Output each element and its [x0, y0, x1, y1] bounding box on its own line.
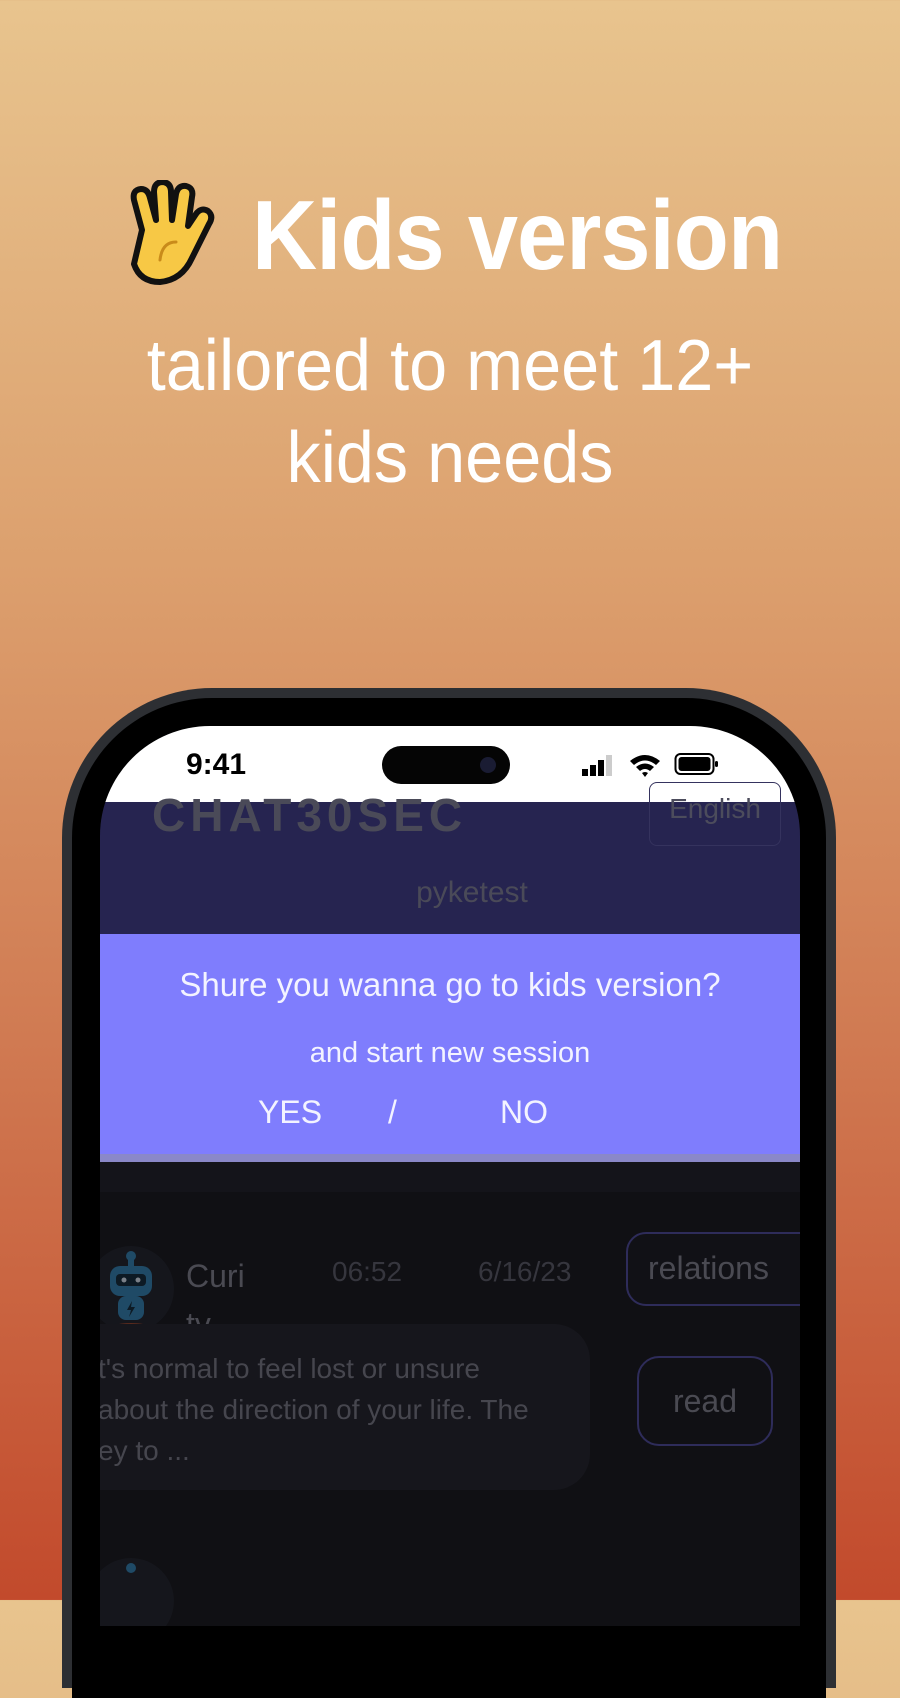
topic-tag-button[interactable]: relations — [626, 1232, 800, 1306]
bot-avatar — [100, 1246, 174, 1332]
bot-avatar — [100, 1558, 174, 1626]
dialog-question: Shure you wanna go to kids version? — [179, 966, 721, 1003]
kids-version-dialog: Shure you wanna go to kids version? and … — [100, 934, 800, 1162]
yes-button[interactable]: YES — [258, 1094, 322, 1131]
robot-icon — [126, 1563, 136, 1573]
dialog-subtext: and start new session — [309, 1037, 591, 1069]
separator: / — [388, 1094, 397, 1130]
status-time: 9:41 — [186, 748, 247, 781]
raised-hand-icon — [130, 180, 215, 285]
promo-headline: Kids version tailored to meet 12+ kids n… — [0, 180, 900, 504]
camera-icon — [480, 757, 496, 773]
no-button[interactable]: NO — [500, 1094, 548, 1131]
robot-icon — [110, 1251, 152, 1329]
dialog-actions: YES / NO — [100, 1094, 800, 1134]
promo-title-row: Kids version — [0, 180, 900, 290]
signal-icon — [582, 755, 612, 776]
battery-icon — [674, 753, 718, 775]
list-divider — [100, 1162, 800, 1192]
promo-title: Kids version — [251, 180, 783, 290]
app-header: CHAT30SEC English pyketest — [100, 782, 800, 934]
language-selector[interactable]: English — [649, 782, 781, 846]
phone-screen: 9:41 CHAT30SEC English pyketest Shure yo… — [100, 726, 800, 1626]
message-date: 6/16/23 — [478, 1256, 572, 1287]
message-preview: t's normal to feel lost or unsure about … — [100, 1353, 529, 1466]
promo-subtitle: tailored to meet 12+ kids needs — [146, 326, 754, 498]
dynamic-island — [382, 746, 510, 784]
read-button[interactable]: read — [637, 1356, 773, 1446]
message-time: 06:52 — [332, 1256, 403, 1287]
wifi-icon — [630, 755, 660, 777]
app-logo: CHAT30SEC — [152, 789, 468, 841]
username-label: pyketest — [416, 876, 528, 909]
